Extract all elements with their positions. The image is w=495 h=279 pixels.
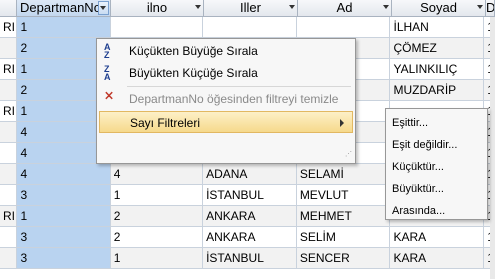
- table-row[interactable]: RI1İLHAN1: [0, 17, 495, 38]
- column-header-label: Soyad: [420, 0, 457, 15]
- column-header-ilno[interactable]: ilno: [111, 0, 204, 17]
- chevron-down-icon[interactable]: [477, 5, 483, 9]
- table-cell-edge[interactable]: [0, 37, 18, 59]
- table-cell-dep[interactable]: 3: [16, 184, 111, 206]
- column-header-edge[interactable]: [0, 0, 17, 17]
- table-cell-edge[interactable]: [0, 121, 18, 143]
- table-cell-dep[interactable]: 1: [16, 205, 111, 227]
- table-cell-dep[interactable]: 3: [16, 247, 111, 269]
- table-cell-iller[interactable]: ANKARA: [202, 205, 297, 227]
- filter-not-equals-item[interactable]: Eşit değildir...: [392, 135, 457, 155]
- table-cell-edge[interactable]: RI: [0, 205, 18, 227]
- column-header-soyad[interactable]: Soyad: [392, 0, 486, 17]
- number-filters-item[interactable]: Sayı Filtreleri: [99, 111, 353, 133]
- chevron-down-icon[interactable]: [289, 5, 295, 9]
- column-header-label: ilno: [146, 0, 168, 15]
- table-cell-ilno[interactable]: 2: [110, 226, 204, 248]
- table-cell-ad[interactable]: SELİM: [296, 226, 391, 248]
- column-header-label: DepartmanNo: [20, 0, 101, 15]
- table-cell-soyad[interactable]: MUZDARİP: [389, 79, 485, 101]
- table-cell-ilno[interactable]: [110, 17, 204, 38]
- sort-ascending-item[interactable]: AZ Küçükten Büyüğe Sırala: [97, 40, 355, 62]
- table-row[interactable]: 32ANKARASELİMKARA1: [0, 226, 495, 248]
- sort-za-icon: ZA: [104, 64, 111, 82]
- clear-filter-item: ⨯ DepartmanNo öğesinden filtreyi temizle: [97, 88, 355, 110]
- table-cell-dep[interactable]: 1: [16, 17, 111, 38]
- table-cell-iller[interactable]: İSTANBUL: [202, 247, 297, 269]
- table-cell-edge[interactable]: [0, 142, 18, 164]
- column-header-label: Iller: [240, 0, 261, 15]
- table-cell-edge[interactable]: [0, 247, 18, 269]
- column-header-label: D: [486, 0, 495, 15]
- table-cell-soyad[interactable]: YALINKILIÇ: [389, 58, 485, 80]
- table-cell-edge[interactable]: [0, 226, 18, 248]
- filter-dropdown-button[interactable]: [98, 1, 109, 15]
- table-cell-ad[interactable]: MEVLUT: [296, 184, 391, 206]
- table-cell-ad[interactable]: SENCER: [296, 247, 391, 269]
- table-cell-iller[interactable]: İSTANBUL: [202, 184, 297, 206]
- filter-equals-item[interactable]: Eşittir...: [392, 113, 428, 133]
- menu-separator: [127, 86, 351, 87]
- menu-item-label: Küçükten Büyüğe Sırala: [129, 44, 258, 58]
- menu-item-label: DepartmanNo öğesinden filtreyi temizle: [129, 92, 339, 106]
- chevron-right-icon: [340, 119, 344, 127]
- table-cell-iller[interactable]: ADANA: [202, 163, 297, 185]
- table-cell-edge[interactable]: [0, 163, 18, 185]
- chevron-down-icon: [100, 6, 106, 10]
- filter-greater-than-item[interactable]: Büyüktür...: [392, 179, 444, 199]
- menu-item-label: Sayı Filtreleri: [130, 116, 201, 130]
- menu-item-label: Büyükten Küçüğe Sırala: [129, 66, 258, 80]
- table-cell-soyad[interactable]: ÇÖMEZ: [389, 37, 485, 59]
- resize-grip-icon[interactable]: ⋰: [345, 151, 353, 161]
- chevron-down-icon[interactable]: [195, 5, 201, 9]
- table-cell-edge[interactable]: [0, 184, 18, 206]
- column-header-d[interactable]: D: [486, 0, 495, 17]
- table-cell-dep[interactable]: 3: [16, 226, 111, 248]
- table-cell-ilno[interactable]: 1: [110, 184, 204, 206]
- table-row[interactable]: 31İSTANBULSENCERKARA1: [0, 247, 495, 269]
- clear-filter-icon: ⨯: [104, 88, 115, 102]
- column-filter-menu: AZ Küçükten Büyüğe Sırala ZA Büyükten Kü…: [96, 38, 356, 164]
- table-cell-ad[interactable]: SELAMİ: [296, 163, 391, 185]
- column-header-departmanno[interactable]: DepartmanNo: [17, 0, 111, 17]
- column-header-ad[interactable]: Ad: [298, 0, 392, 17]
- table-cell-ilno[interactable]: 2: [110, 205, 204, 227]
- table-cell-dep[interactable]: 4: [16, 163, 111, 185]
- table-cell-soyad[interactable]: KARA: [389, 247, 485, 269]
- table-cell-ilno[interactable]: 1: [110, 247, 204, 269]
- filter-less-than-item[interactable]: Küçüktür...: [392, 157, 444, 177]
- table-cell-edge[interactable]: RI: [0, 17, 18, 38]
- table-cell-ad[interactable]: MEHMET: [296, 205, 391, 227]
- table-cell-edge[interactable]: RI: [0, 100, 18, 122]
- table-cell-edge[interactable]: [0, 79, 18, 101]
- chevron-down-icon[interactable]: [383, 5, 389, 9]
- table-cell-ilno[interactable]: 4: [110, 163, 204, 185]
- sort-az-icon: AZ: [104, 42, 111, 60]
- table-cell-iller[interactable]: ANKARA: [202, 226, 297, 248]
- table-cell-iller[interactable]: [202, 17, 297, 38]
- vertical-scrollbar[interactable]: [490, 17, 495, 279]
- column-header-label: Ad: [336, 0, 353, 15]
- table-cell-soyad[interactable]: İLHAN: [389, 17, 485, 38]
- sort-descending-item[interactable]: ZA Büyükten Küçüğe Sırala: [97, 62, 355, 84]
- table-cell-edge[interactable]: RI: [0, 58, 18, 80]
- table-cell-soyad[interactable]: KARA: [389, 226, 485, 248]
- filter-between-item[interactable]: Arasında...: [392, 201, 445, 221]
- table-cell-ad[interactable]: [296, 17, 391, 38]
- column-header-iller[interactable]: Iller: [204, 0, 298, 17]
- number-filters-submenu: Eşittir... Eşit değildir... Küçüktür... …: [385, 108, 488, 220]
